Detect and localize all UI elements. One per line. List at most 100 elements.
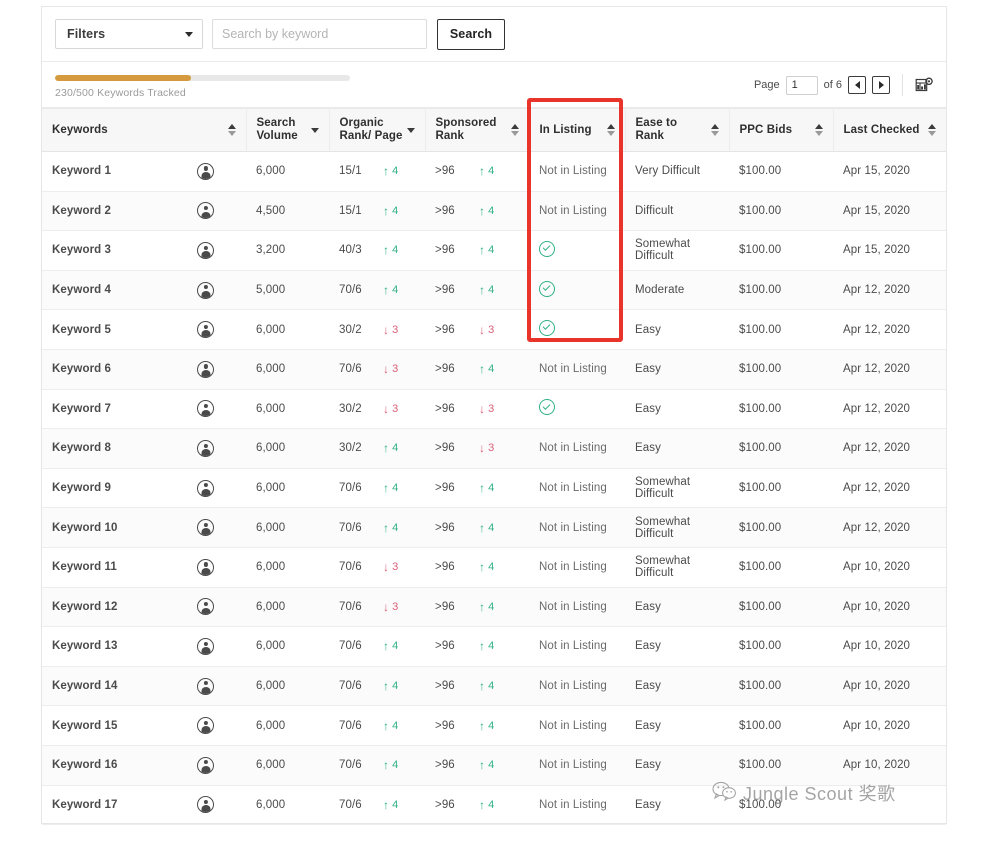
cell-sponsored-rank: >96 ↓ 3 xyxy=(425,428,529,469)
cell-keyword: Keyword 12 xyxy=(42,587,246,628)
cell-in-listing: Not in Listing xyxy=(529,151,625,192)
table-row[interactable]: Keyword 17 6,000 70/6 ↑ 4 >96 ↑ 4 Not in Listing… xyxy=(42,785,946,826)
search-input-wrapper[interactable] xyxy=(212,19,427,49)
filters-dropdown[interactable]: Filters xyxy=(55,19,203,49)
sort-toggle-icon[interactable] xyxy=(606,124,615,136)
user-icon[interactable] xyxy=(197,558,214,576)
cell-last-checked: Apr 15, 2020 xyxy=(833,230,946,271)
table-row[interactable]: Keyword 10 6,000 70/6 ↑ 4 >96 ↑ 4 Not in Listing… xyxy=(42,507,946,548)
cell-search-volume: 6,000 xyxy=(246,587,329,628)
table-row[interactable]: Keyword 12 6,000 70/6 ↓ 3 >96 ↑ 4 Not in Listing… xyxy=(42,587,946,628)
delta-value: 4 xyxy=(488,561,495,574)
table-row[interactable]: Keyword 15 6,000 70/6 ↑ 4 >96 ↑ 4 Not in Listing… xyxy=(42,705,946,746)
cell-keyword: Keyword 4 xyxy=(42,270,246,311)
user-icon[interactable] xyxy=(197,479,214,497)
table-row[interactable]: Keyword 16 6,000 70/6 ↑ 4 >96 ↑ 4 Not in Listing… xyxy=(42,745,946,786)
in-listing-label: Not in Listing xyxy=(539,759,607,772)
arrow-up-icon: ↑ xyxy=(479,481,486,496)
toolbar: Filters Search xyxy=(42,7,946,62)
arrow-up-icon: ↑ xyxy=(479,362,486,377)
keywords-table: Keywords Search Volume Organic Rank/ Page S… xyxy=(42,108,946,826)
user-icon[interactable] xyxy=(197,202,214,220)
cell-search-volume: 6,000 xyxy=(246,309,329,350)
user-icon[interactable] xyxy=(197,281,214,299)
column-header-in-listing[interactable]: In Listing xyxy=(529,108,626,152)
sponsored-rank-delta: ↑ 4 xyxy=(479,205,494,217)
table-settings-gear-icon[interactable] xyxy=(915,76,934,95)
user-icon[interactable] xyxy=(197,598,214,616)
user-icon[interactable] xyxy=(197,637,214,655)
organic-rank-value: 70/6 xyxy=(339,798,362,811)
table-row[interactable]: Keyword 9 6,000 70/6 ↑ 4 >96 ↑ 4 Not in Listing S… xyxy=(42,468,946,509)
cell-organic-rank: 70/6 ↑ 4 xyxy=(329,507,425,548)
table-row[interactable]: Keyword 2 4,500 15/1 ↑ 4 >96 ↑ 4 Not in Listing D… xyxy=(42,191,946,232)
delta-value: 3 xyxy=(488,323,495,336)
cell-keyword: Keyword 5 xyxy=(42,309,246,350)
table-row[interactable]: Keyword 7 6,000 30/2 ↓ 3 >96 ↓ 3 Easy $100.00 Apr … xyxy=(42,389,946,430)
cell-ease-to-rank: Very Difficult xyxy=(625,151,729,192)
sort-toggle-icon[interactable] xyxy=(814,124,823,136)
user-icon[interactable] xyxy=(197,677,214,695)
column-header-search-volume[interactable]: Search Volume xyxy=(246,108,330,152)
sort-toggle-icon[interactable] xyxy=(928,124,936,136)
column-header-organic-rank-page[interactable]: Organic Rank/ Page xyxy=(329,108,426,152)
user-icon[interactable] xyxy=(197,162,214,180)
cell-in-listing xyxy=(529,389,625,430)
search-input[interactable] xyxy=(213,27,426,41)
cell-ppc-bid: $100.00 xyxy=(729,547,833,588)
table-row[interactable]: Keyword 14 6,000 70/6 ↑ 4 >96 ↑ 4 Not in Listing… xyxy=(42,666,946,707)
user-icon[interactable] xyxy=(197,519,214,537)
organic-rank-value: 70/6 xyxy=(339,640,362,653)
pagination: Page of 6 xyxy=(754,74,934,96)
prev-page-button[interactable] xyxy=(848,76,866,94)
table-row[interactable]: Keyword 8 6,000 30/2 ↑ 4 >96 ↓ 3 Not in Listing E… xyxy=(42,428,946,469)
column-header-keywords[interactable]: Keywords xyxy=(42,108,247,152)
table-row[interactable]: Keyword 3 3,200 40/3 ↑ 4 >96 ↑ 4 Somewhat Diffic… xyxy=(42,230,946,271)
cell-ease-to-rank: Easy xyxy=(625,666,729,707)
next-page-button[interactable] xyxy=(872,76,890,94)
arrow-up-icon: ↑ xyxy=(479,243,486,258)
cell-ppc-bid: $100.00 xyxy=(729,468,833,509)
user-icon[interactable] xyxy=(197,756,214,774)
user-icon[interactable] xyxy=(197,321,214,339)
column-header-last-checked[interactable]: Last Checked xyxy=(833,108,946,152)
sort-descending-icon[interactable] xyxy=(310,127,319,133)
table-row[interactable]: Keyword 13 6,000 70/6 ↑ 4 >96 ↑ 4 Not in Listing… xyxy=(42,626,946,667)
user-icon[interactable] xyxy=(197,796,214,814)
arrow-down-icon: ↓ xyxy=(383,560,390,575)
table-row[interactable]: Keyword 1 6,000 15/1 ↑ 4 >96 ↑ 4 Not in Listing V… xyxy=(42,151,946,192)
table-row[interactable]: Keyword 4 5,000 70/6 ↑ 4 >96 ↑ 4 Moderate $100.00… xyxy=(42,270,946,311)
column-header-ease-to-rank[interactable]: Ease to Rank xyxy=(625,108,730,152)
cell-keyword: Keyword 10 xyxy=(42,507,246,548)
column-header-sponsored-rank[interactable]: Sponsored Rank xyxy=(425,108,530,152)
table-row[interactable]: Keyword 11 6,000 70/6 ↓ 3 >96 ↑ 4 Not in Listing… xyxy=(42,547,946,588)
sponsored-rank-delta: ↑ 4 xyxy=(479,165,494,177)
cell-last-checked xyxy=(833,785,946,826)
user-icon[interactable] xyxy=(197,439,214,457)
in-listing-label: Not in Listing xyxy=(539,680,607,693)
cell-ppc-bid: $100.00 xyxy=(729,230,833,271)
column-header-label: PPC Bids xyxy=(739,123,793,136)
search-button[interactable]: Search xyxy=(437,18,505,50)
sort-toggle-icon[interactable] xyxy=(227,124,236,136)
delta-value: 4 xyxy=(392,442,399,455)
cell-in-listing: Not in Listing xyxy=(529,587,625,628)
sponsored-rank-value: >96 xyxy=(435,402,455,415)
cell-ease-to-rank: Difficult xyxy=(625,191,729,232)
sort-descending-icon[interactable] xyxy=(406,127,415,133)
arrow-up-icon: ↑ xyxy=(479,203,486,218)
column-header-ppc-bids[interactable]: PPC Bids xyxy=(729,108,834,152)
user-icon[interactable] xyxy=(197,717,214,735)
sort-toggle-icon[interactable] xyxy=(710,124,719,136)
delta-value: 4 xyxy=(392,165,399,178)
user-icon[interactable] xyxy=(197,360,214,378)
page-number-input[interactable] xyxy=(785,75,818,95)
cell-search-volume: 6,000 xyxy=(246,547,329,588)
cell-keyword: Keyword 14 xyxy=(42,666,246,707)
sort-toggle-icon[interactable] xyxy=(510,124,519,136)
user-icon[interactable] xyxy=(197,241,214,259)
table-row[interactable]: Keyword 5 6,000 30/2 ↓ 3 >96 ↓ 3 Easy $100.00 Apr … xyxy=(42,309,946,350)
table-row[interactable]: Keyword 6 6,000 70/6 ↓ 3 >96 ↑ 4 Not in Listing E… xyxy=(42,349,946,390)
user-icon[interactable] xyxy=(197,400,214,418)
cell-sponsored-rank: >96 ↑ 4 xyxy=(425,626,529,667)
